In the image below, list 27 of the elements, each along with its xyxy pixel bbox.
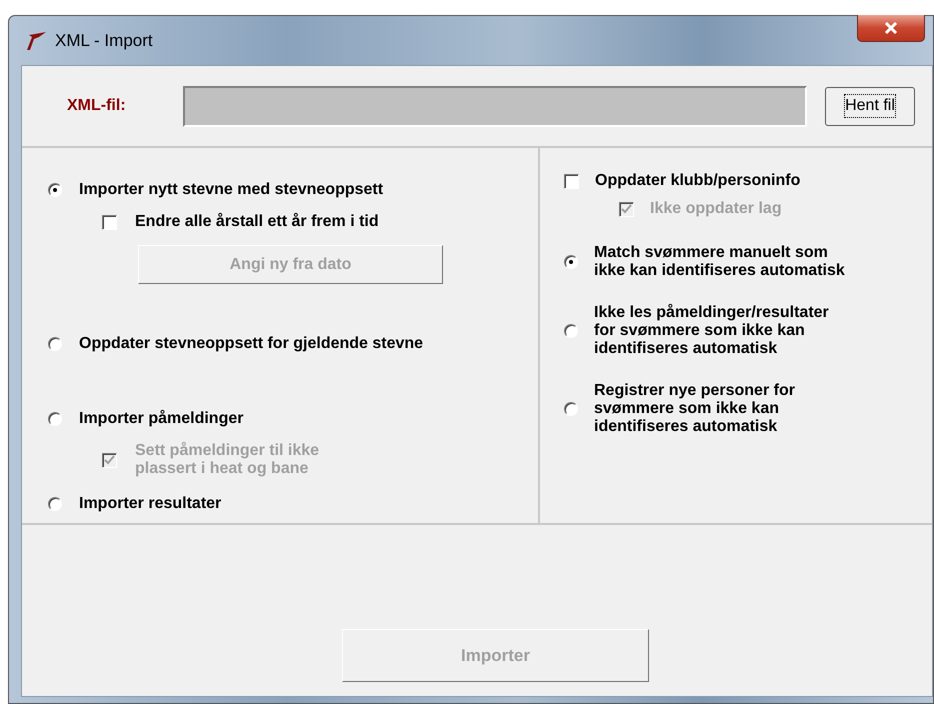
browse-button[interactable]: Hent fil — [825, 86, 915, 126]
window-title: XML - Import — [55, 30, 153, 50]
checkbox[interactable] — [564, 174, 579, 188]
radio-button[interactable] — [564, 255, 578, 269]
option-label: Oppdater klubb/personinfo — [595, 172, 800, 190]
radio-button[interactable] — [48, 337, 62, 351]
option-label: Match svømmere manuelt som ikke kan identifiseres automatisk — [594, 244, 846, 280]
option-label: Importer påmeldinger — [79, 410, 244, 428]
radio-button[interactable] — [564, 402, 578, 416]
file-label: XML-fil: — [67, 97, 127, 115]
radio-button[interactable] — [48, 183, 62, 197]
option-label: Ikke oppdater lag — [650, 200, 782, 218]
radio-button[interactable] — [48, 497, 62, 511]
radio-button[interactable] — [564, 324, 578, 338]
close-button[interactable] — [857, 15, 925, 42]
checkbox[interactable] — [102, 214, 117, 230]
app-logo-icon — [25, 30, 47, 50]
option-label: Endre alle årstall ett år frem i tid — [135, 213, 379, 231]
option-label: Sett påmeldinger til ikke plassert i heat og bane — [135, 442, 320, 478]
option-label: Registrer nye personer for svømmere som ikke kan identifiseres automatisk — [594, 382, 796, 436]
close-icon — [884, 22, 898, 34]
option-label: Oppdater stevneoppsett for gjeldende stevne — [79, 335, 424, 353]
radio-button[interactable] — [48, 412, 62, 426]
option-label: Importer nytt stevne med stevneoppsett — [79, 181, 384, 199]
option-label: Ikke les påmeldinger/resultater for svømmere som ikke kan identifiseres automatisk — [594, 304, 830, 358]
file-path-field[interactable] — [183, 86, 807, 126]
option-label: Importer resultater — [79, 495, 222, 513]
